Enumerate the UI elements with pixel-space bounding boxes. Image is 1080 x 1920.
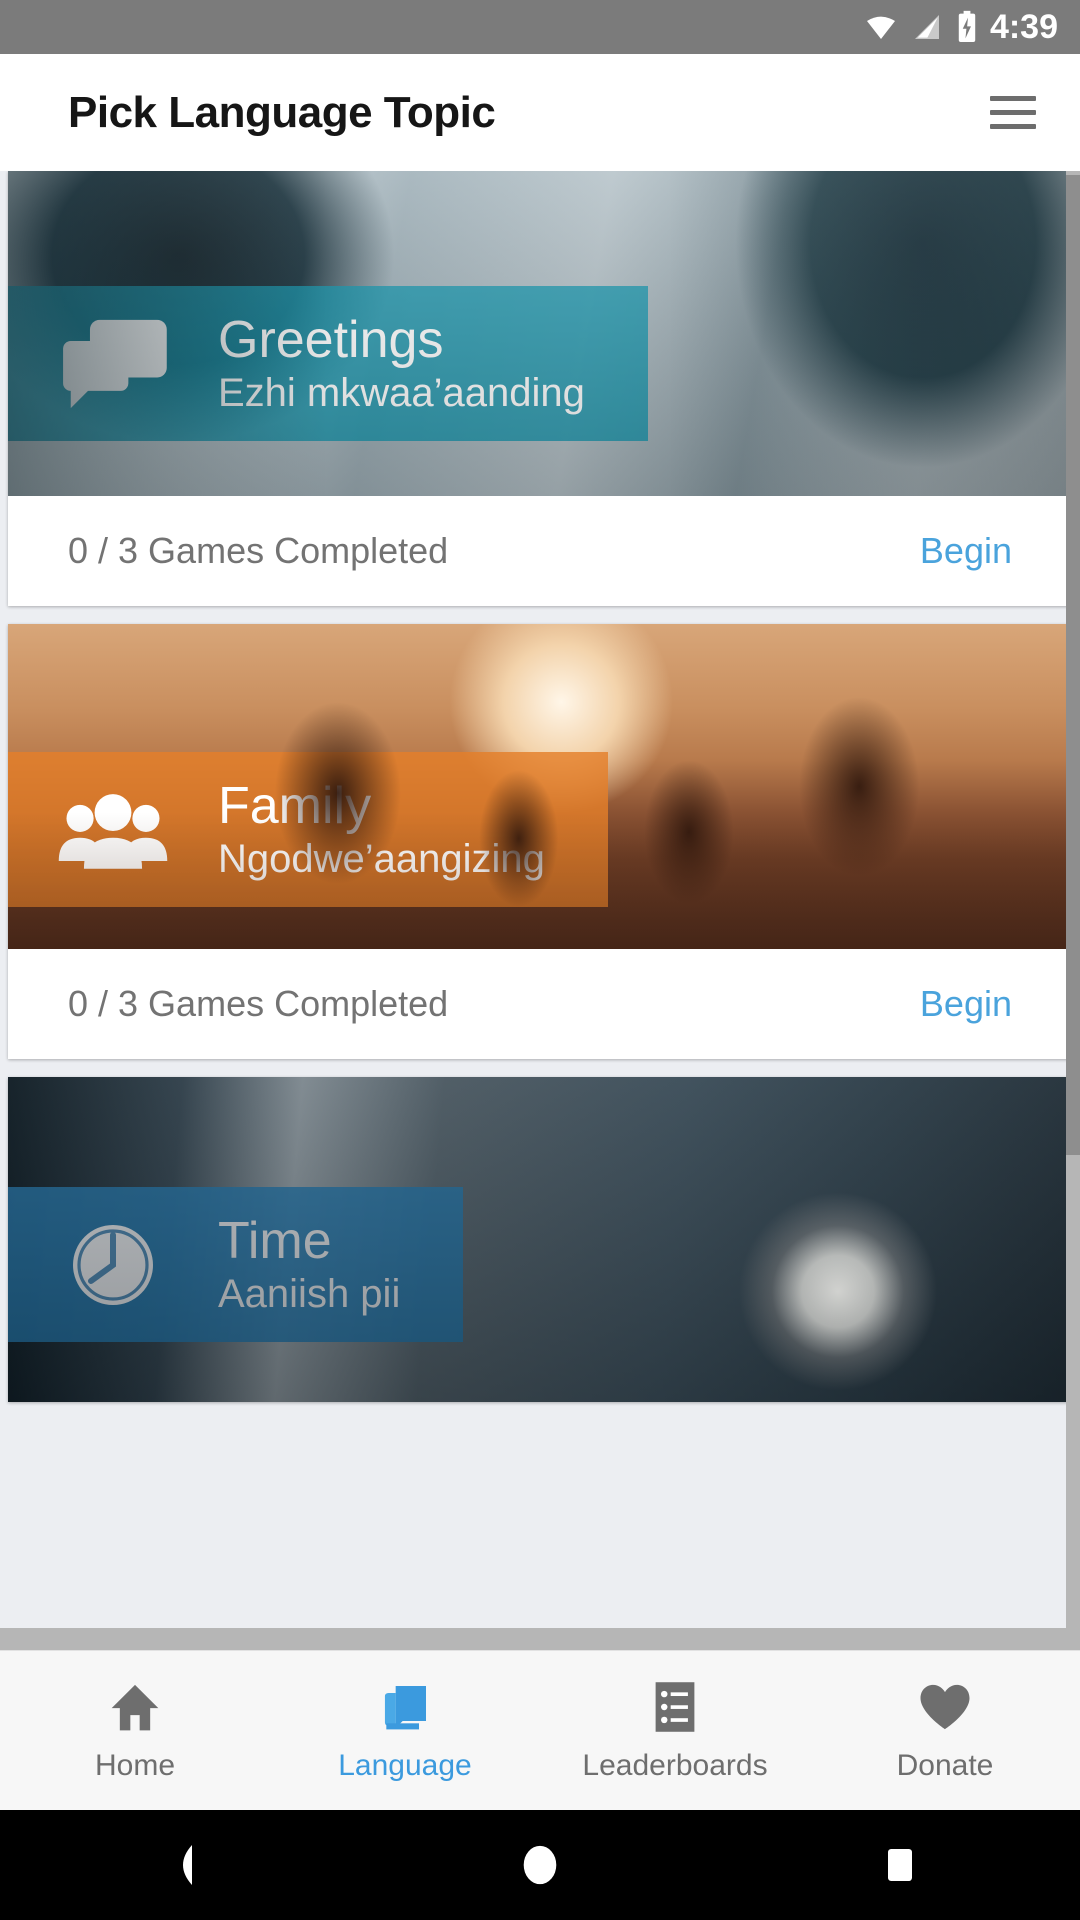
topic-title: Time — [218, 1211, 332, 1270]
topic-band-time: Time Aaniish pii — [8, 1187, 463, 1342]
topic-title: Family — [218, 776, 372, 835]
status-bar: 4:39 — [0, 0, 1080, 54]
nav-label: Language — [338, 1748, 472, 1782]
android-system-navigation — [0, 1810, 1080, 1920]
topic-hero-image-time: Time Aaniish pii — [8, 1077, 1072, 1402]
language-book-icon — [377, 1679, 433, 1735]
hamburger-menu-icon[interactable] — [986, 91, 1040, 135]
list-icon — [649, 1679, 701, 1735]
page-title: Pick Language Topic — [68, 87, 496, 137]
back-triangle-icon[interactable] — [120, 1810, 240, 1920]
nav-item-language[interactable]: Language — [270, 1651, 540, 1810]
topic-subtitle: Ngodwe’aangizing — [218, 836, 545, 881]
people-group-icon — [8, 785, 218, 875]
app-bar: Pick Language Topic — [0, 54, 1080, 171]
topic-subtitle: Ezhi mkwaa’aanding — [218, 370, 585, 415]
scroll-bottom-shade — [0, 1628, 1080, 1650]
begin-button[interactable]: Begin — [920, 983, 1012, 1025]
battery-charging-icon — [958, 10, 976, 43]
nav-item-home[interactable]: Home — [0, 1651, 270, 1810]
topic-band-text-greetings: Greetings Ezhi mkwaa’aanding — [218, 312, 585, 415]
topic-subtitle: Aaniish pii — [218, 1271, 401, 1316]
topic-band-family: Family Ngodwe’aangizing — [8, 752, 608, 907]
topic-list[interactable]: Greetings Ezhi mkwaa’aanding 0 / 3 Games… — [0, 171, 1080, 1650]
topic-band-greetings: Greetings Ezhi mkwaa’aanding — [8, 286, 648, 441]
nav-item-leaderboards[interactable]: Leaderboards — [540, 1651, 810, 1810]
topic-band-text-family: Family Ngodwe’aangizing — [218, 778, 545, 881]
topic-hero-image-greetings: Greetings Ezhi mkwaa’aanding — [8, 171, 1072, 496]
topic-card-greetings[interactable]: Greetings Ezhi mkwaa’aanding 0 / 3 Games… — [8, 171, 1072, 606]
phone-screen: 4:39 Pick Language Topic Greetings Ezhi … — [0, 0, 1080, 1920]
scrollbar-track[interactable] — [1066, 171, 1080, 1650]
heart-icon — [917, 1679, 973, 1735]
begin-button[interactable]: Begin — [920, 530, 1012, 572]
nav-item-donate[interactable]: Donate — [810, 1651, 1080, 1810]
topic-band-text-time: Time Aaniish pii — [218, 1213, 400, 1316]
nav-label: Leaderboards — [582, 1748, 768, 1782]
home-icon — [107, 1679, 163, 1735]
nav-label: Donate — [896, 1748, 994, 1782]
wifi-icon — [866, 16, 895, 39]
nav-label: Home — [94, 1748, 176, 1782]
topic-footer-family: 0 / 3 Games Completed Begin — [8, 949, 1072, 1059]
recents-square-icon[interactable] — [840, 1810, 960, 1920]
topic-footer-greetings: 0 / 3 Games Completed Begin — [8, 496, 1072, 606]
clock-icon — [8, 1217, 218, 1313]
home-circle-icon[interactable] — [480, 1810, 600, 1920]
status-bar-clock: 4:39 — [989, 8, 1058, 46]
cell-signal-icon — [914, 15, 939, 39]
topic-hero-image-family: Family Ngodwe’aangizing — [8, 624, 1072, 949]
games-completed-status: 0 / 3 Games Completed — [68, 983, 449, 1024]
chat-bubbles-icon — [8, 316, 218, 412]
topic-card-time[interactable]: Time Aaniish pii — [8, 1077, 1072, 1402]
topic-title: Greetings — [218, 310, 444, 369]
status-bar-icons — [862, 10, 980, 44]
topic-card-family[interactable]: Family Ngodwe’aangizing 0 / 3 Games Comp… — [8, 624, 1072, 1059]
bottom-navigation-bar: Home Language Leaderboards Donate — [0, 1650, 1080, 1810]
games-completed-status: 0 / 3 Games Completed — [68, 530, 449, 571]
scrollbar-thumb[interactable] — [1066, 175, 1080, 1155]
